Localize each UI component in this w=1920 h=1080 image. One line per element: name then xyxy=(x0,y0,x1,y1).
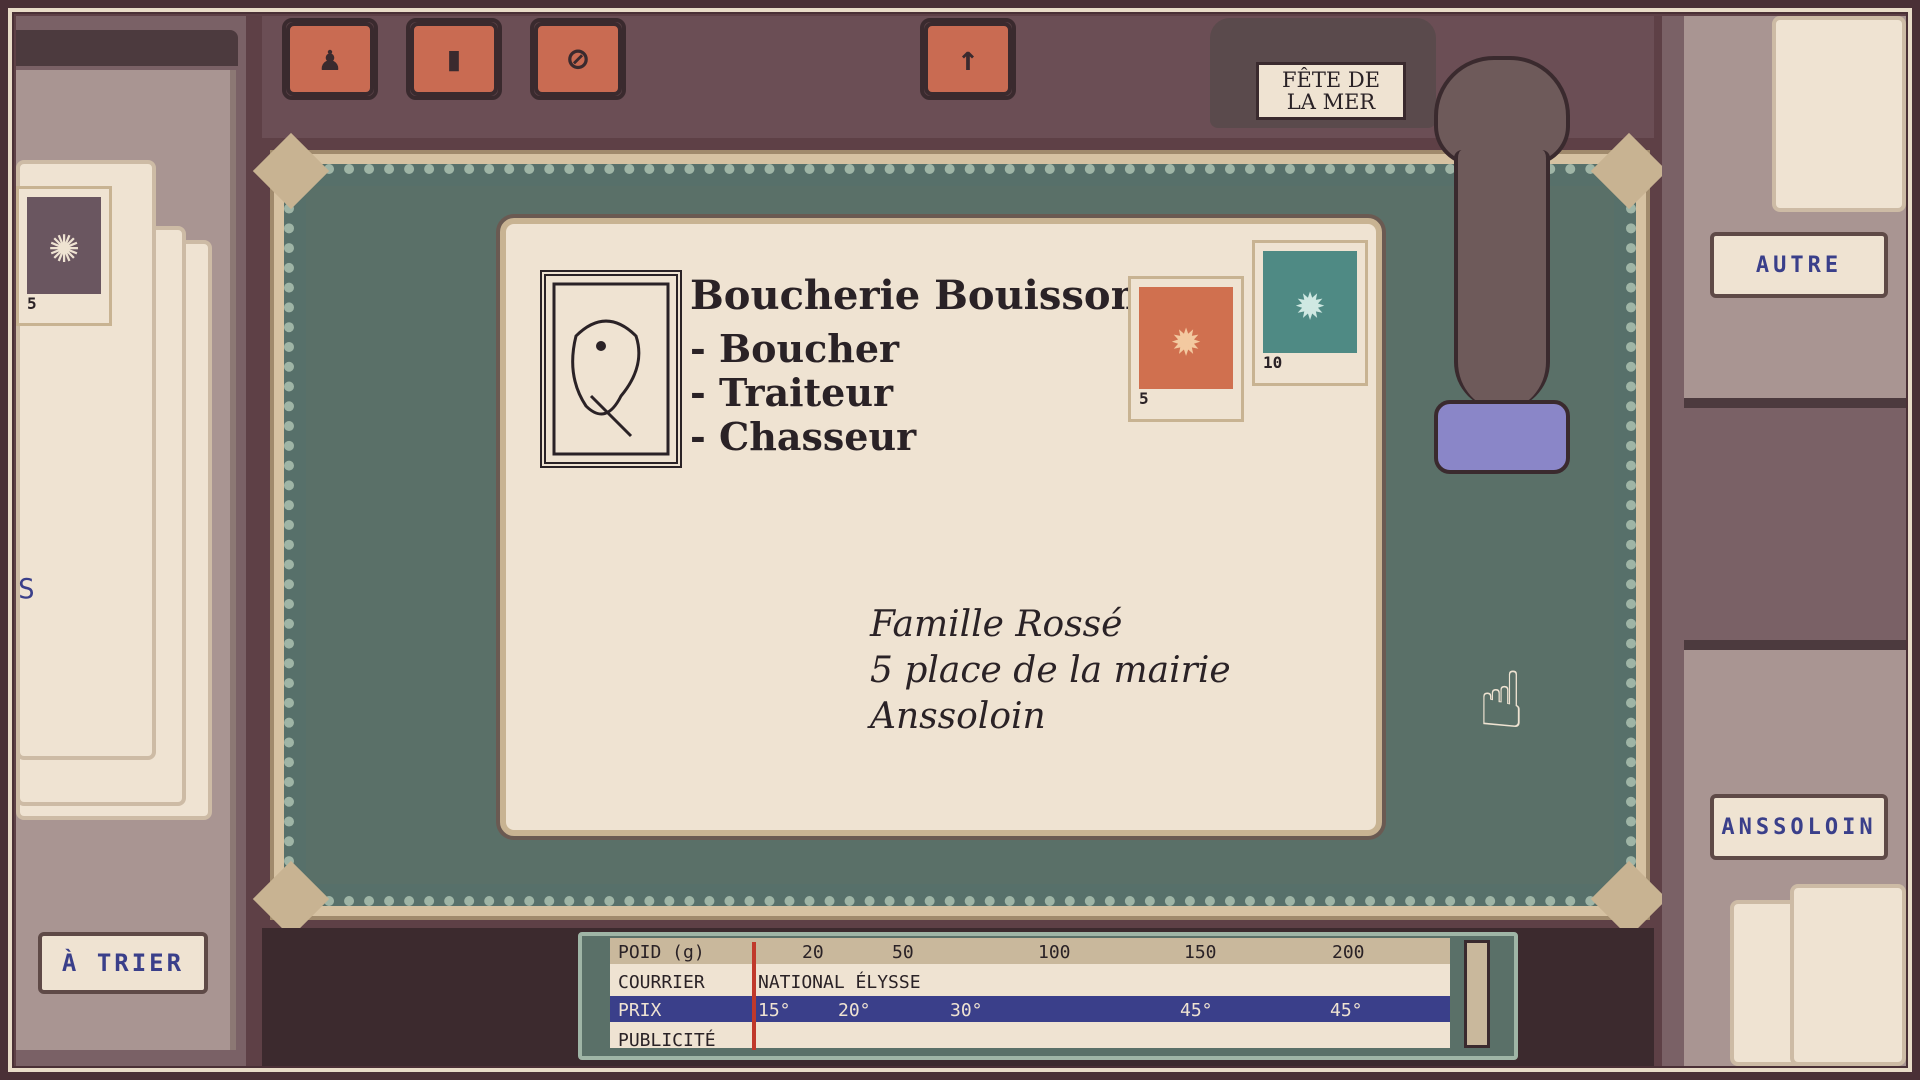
card-stamp-value: 5 xyxy=(27,293,37,313)
anssoloin-letter[interactable] xyxy=(1790,884,1906,1066)
rubber-stamp-base[interactable] xyxy=(1434,400,1570,474)
price-45a: 45° xyxy=(1180,1000,1213,1021)
person-stamp-icon: ♟ xyxy=(286,22,374,96)
courrier-label: COURRIER xyxy=(618,972,705,993)
send-button[interactable]: ↑ xyxy=(920,18,1016,100)
price-label: PRIX xyxy=(618,1000,662,1021)
stamp-tool-button[interactable]: ♟ xyxy=(282,18,378,100)
stamp-10-value: 10 xyxy=(1263,352,1283,372)
weight-indicator-line xyxy=(752,942,756,1050)
butcher-logo-icon xyxy=(540,270,682,468)
card-stamp: ✺ 5 xyxy=(16,186,112,326)
weight-row: POID (g) 20 50 100 150 200 xyxy=(610,938,1450,964)
weight-100: 100 xyxy=(1038,942,1071,963)
other-letter[interactable] xyxy=(1772,16,1906,212)
recipient-city: Anssoloin xyxy=(870,696,1046,737)
hand-cursor-icon: ☝ xyxy=(1478,656,1525,746)
left-column-header xyxy=(16,30,238,66)
publicite-label: PUBLICITÉ xyxy=(618,1030,716,1051)
price-45b: 45° xyxy=(1330,1000,1363,1021)
courrier-row: COURRIER NATIONAL ÉLYSSE xyxy=(610,968,1450,994)
sender-name: Boucherie Bouisson xyxy=(690,272,1140,319)
paperclip-icon: ⊘ xyxy=(534,22,622,96)
sender-service-2: - Traiteur xyxy=(690,370,893,415)
sender-service-3: - Chasseur xyxy=(690,414,917,459)
courrier-value: NATIONAL ÉLYSSE xyxy=(758,972,921,993)
price-30: 30° xyxy=(950,1000,983,1021)
price-15: 15° xyxy=(758,1000,791,1021)
recipient-name: Famille Rossé xyxy=(870,604,1123,645)
sun-icon: ✹ xyxy=(1263,251,1357,353)
to-sort-button[interactable]: À TRIER xyxy=(38,932,208,994)
card-text: S xyxy=(18,572,35,605)
clip-tool-button[interactable]: ⊘ xyxy=(530,18,626,100)
stamp-5-value: 5 xyxy=(1139,388,1149,408)
stamp-label-line2: LA MER xyxy=(1286,90,1376,114)
other-button[interactable]: AUTRE xyxy=(1710,232,1888,298)
weight-150: 150 xyxy=(1184,942,1217,963)
anssoloin-button[interactable]: ANSSOLOIN xyxy=(1710,794,1888,860)
stamp-holder-label: FÊTE DE LA MER xyxy=(1256,62,1406,120)
book-icon: ▮ xyxy=(410,22,498,96)
weight-20: 20 xyxy=(802,942,824,963)
weight-50: 50 xyxy=(892,942,914,963)
postage-rate-table: POID (g) 20 50 100 150 200 COURRIER NATI… xyxy=(610,938,1450,1051)
book-tool-button[interactable]: ▮ xyxy=(406,18,502,100)
stamp-label-line1: FÊTE DE xyxy=(1281,68,1381,92)
price-20: 20° xyxy=(838,1000,871,1021)
stamp-5[interactable]: ✹ 5 xyxy=(1128,276,1244,422)
weight-label: POID (g) xyxy=(618,942,705,963)
sender-service-1: - Boucher xyxy=(690,326,900,371)
card-sun-icon: ✺ xyxy=(27,197,101,294)
rubber-stamp-stem[interactable] xyxy=(1454,150,1550,410)
rate-table-scrollbar[interactable] xyxy=(1464,940,1490,1048)
up-arrow-icon: ↑ xyxy=(924,22,1012,96)
publicite-row: PUBLICITÉ xyxy=(610,1026,1450,1052)
price-row: PRIX 15° 20° 30° 45° 45° xyxy=(610,996,1450,1022)
recipient-street: 5 place de la mairie xyxy=(870,650,1231,691)
weight-200: 200 xyxy=(1332,942,1365,963)
stamp-10[interactable]: ✹ 10 xyxy=(1252,240,1368,386)
sun-icon: ✹ xyxy=(1139,287,1233,389)
